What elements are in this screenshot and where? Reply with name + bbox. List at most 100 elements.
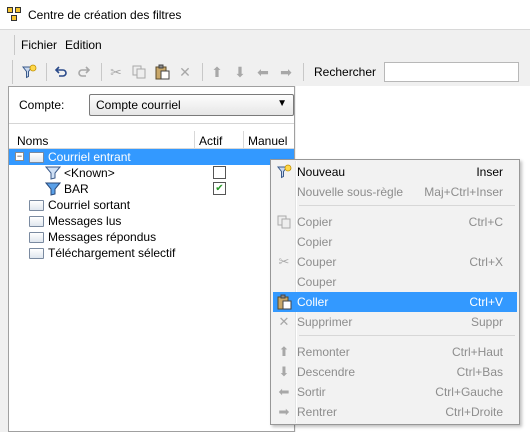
filter-center-app-icon (7, 6, 23, 23)
chevron-down-icon: ▼ (277, 98, 287, 109)
account-select-value: Compte courriel (96, 98, 181, 112)
menu-item-label: Sortir (297, 385, 326, 399)
filter-icon (45, 166, 61, 180)
toolbar-separator (202, 63, 203, 81)
menu-item-copier-2[interactable]: Copier (273, 232, 517, 252)
menu-item-shortcut: Maj+Ctrl+Inser (424, 185, 503, 199)
menu-item-label: Nouvelle sous-règle (297, 185, 404, 199)
menu-item-shortcut: Inser (476, 165, 503, 179)
menu-separator (299, 205, 515, 206)
active-checkbox[interactable]: ✔ (213, 182, 226, 195)
menu-item-label: Descendre (297, 365, 356, 379)
menu-item-copier[interactable]: Copier Ctrl+C (273, 212, 517, 232)
column-divider (243, 131, 244, 148)
move-down-icon: ⬇ (278, 364, 290, 379)
new-filter-icon[interactable] (19, 62, 39, 82)
tree-row-known[interactable]: <Known> (9, 165, 294, 181)
move-up-icon[interactable]: ⬆ (207, 62, 227, 82)
menu-item-shortcut: Ctrl+Haut (451, 345, 503, 359)
menu-edition[interactable]: Edition (65, 38, 102, 52)
move-up-icon: ⬆ (278, 344, 290, 359)
tree-header: Noms Actif Manuel (9, 131, 294, 149)
title-bar: Centre de création des filtres (0, 0, 530, 30)
menu-item-label: Couper (297, 255, 337, 269)
menu-item-shortcut: Ctrl+Bas (456, 365, 503, 379)
collapse-toggle-icon[interactable]: − (15, 152, 24, 161)
tree-row-bar[interactable]: BAR ✔ (9, 181, 294, 197)
menu-fichier[interactable]: Fichier (21, 38, 57, 52)
account-row: Compte: Compte courriel ▼ (19, 94, 294, 116)
new-filter-icon (276, 164, 292, 180)
menu-item-couper-2[interactable]: Couper (273, 272, 517, 292)
redo-icon[interactable] (74, 62, 94, 82)
column-header-manual[interactable]: Manuel (248, 134, 287, 148)
copy-icon[interactable] (129, 62, 149, 82)
tree-row-label: Messages répondus (48, 230, 157, 244)
tree-row-messages-repondus[interactable]: Messages répondus (9, 229, 294, 245)
menu-item-shortcut: Ctrl+Droite (445, 405, 503, 419)
tree-row-label: Courriel sortant (48, 198, 131, 212)
active-checkbox[interactable] (213, 166, 226, 179)
move-left-icon[interactable]: ⬅ (253, 62, 273, 82)
menu-item-label: Couper (297, 275, 337, 289)
menu-item-remonter[interactable]: ⬆ Remonter Ctrl+Haut (273, 342, 517, 362)
cut-icon: ✂ (278, 254, 290, 269)
menu-item-label: Nouveau (297, 165, 346, 179)
tree-row-label: Téléchargement sélectif (48, 246, 176, 260)
menu-item-supprimer[interactable]: ✕ Supprimer Suppr (273, 312, 517, 332)
folder-icon (29, 231, 44, 243)
account-select[interactable]: Compte courriel ▼ (89, 94, 294, 116)
menu-item-label: Remonter (297, 345, 350, 359)
menu-item-shortcut: Ctrl+Gauche (435, 385, 503, 399)
tree-row-courriel-entrant[interactable]: − Courriel entrant (9, 149, 294, 165)
undo-icon[interactable] (51, 62, 71, 82)
folder-icon (29, 199, 44, 211)
toolbar-separator (303, 63, 304, 81)
toolbar-separator (46, 63, 47, 81)
column-divider (194, 131, 195, 148)
menu-item-label: Copier (297, 215, 333, 229)
column-header-active[interactable]: Actif (199, 134, 222, 148)
menu-item-shortcut: Ctrl+X (469, 255, 503, 269)
copy-icon (276, 214, 292, 230)
paste-icon (276, 294, 292, 310)
menu-item-nouveau[interactable]: Nouveau Inser (273, 162, 517, 182)
tree-row-label: Courriel entrant (48, 150, 131, 164)
filter-icon (45, 182, 61, 196)
menu-item-descendre[interactable]: ⬇ Descendre Ctrl+Bas (273, 362, 517, 382)
menu-item-label: Supprimer (297, 315, 353, 329)
folder-icon (29, 247, 44, 259)
menu-item-shortcut: Ctrl+V (469, 295, 503, 309)
menu-item-label: Coller (297, 295, 329, 309)
menu-item-shortcut: Suppr (470, 315, 503, 329)
filter-tree: Noms Actif Manuel − Courriel entrant <Kn… (9, 131, 294, 261)
search-input[interactable] (384, 62, 520, 82)
menu-item-nouvelle-sous-regle[interactable]: Nouvelle sous-règle Maj+Ctrl+Inser (273, 182, 517, 202)
menu-item-coller[interactable]: Coller Ctrl+V (273, 292, 517, 312)
move-down-icon[interactable]: ⬇ (230, 62, 250, 82)
tree-row-courriel-sortant[interactable]: Courriel sortant (9, 197, 294, 213)
delete-icon[interactable]: ✕ (175, 62, 195, 82)
paste-icon[interactable] (152, 62, 172, 82)
menu-item-sortir[interactable]: ⬅ Sortir Ctrl+Gauche (273, 382, 517, 402)
tree-row-label: Messages lus (48, 214, 122, 228)
toolbar-separator (101, 63, 102, 81)
panel-divider (9, 123, 294, 124)
move-left-icon: ⬅ (278, 384, 290, 399)
menu-bar: Fichier Edition (14, 35, 110, 55)
folder-open-icon (29, 151, 44, 163)
menu-item-couper[interactable]: ✂ Couper Ctrl+X (273, 252, 517, 272)
menu-item-shortcut: Ctrl+C (468, 215, 503, 229)
move-right-icon[interactable]: ➡ (276, 62, 296, 82)
cut-icon[interactable]: ✂ (106, 62, 126, 82)
tree-row-label: <Known> (64, 166, 115, 180)
filters-panel: Compte: Compte courriel ▼ Noms Actif Man… (8, 86, 295, 432)
column-header-name[interactable]: Noms (17, 134, 48, 148)
tree-row-label: BAR (64, 182, 89, 196)
tree-row-messages-lus[interactable]: Messages lus (9, 213, 294, 229)
search-label: Rechercher (314, 65, 377, 79)
menu-item-label: Copier (297, 235, 333, 249)
context-menu: Nouveau Inser Nouvelle sous-règle Maj+Ct… (270, 159, 520, 425)
tree-row-telechargement-selectif[interactable]: Téléchargement sélectif (9, 245, 294, 261)
menu-item-rentrer[interactable]: ➡ Rentrer Ctrl+Droite (273, 402, 517, 422)
